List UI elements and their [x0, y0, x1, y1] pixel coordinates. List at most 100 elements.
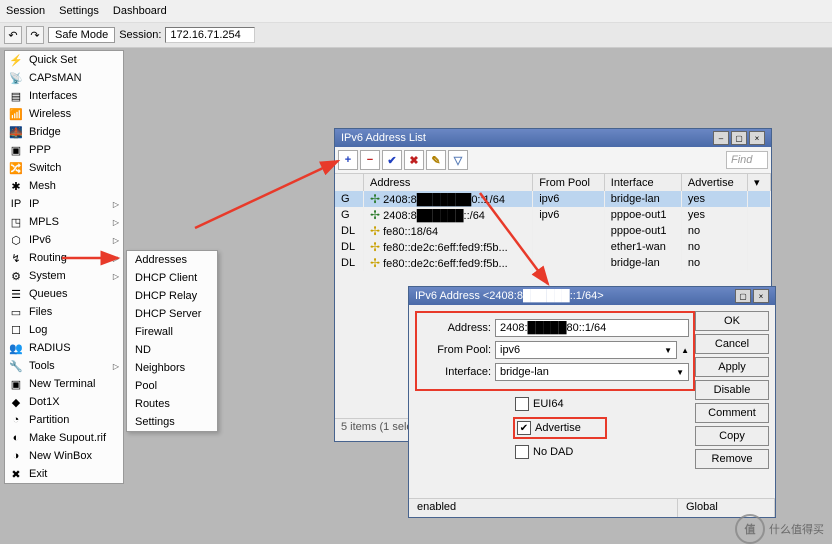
- submenu-firewall[interactable]: Firewall: [127, 323, 217, 341]
- sidebar-item-radius[interactable]: 👥RADIUS: [5, 339, 123, 357]
- menu-settings[interactable]: Settings: [59, 5, 99, 17]
- ipv6-address-dialog: IPv6 Address <2408:8██████::1/64> ▢ × Ad…: [408, 286, 776, 518]
- sidebar-item-exit[interactable]: ✖Exit: [5, 465, 123, 483]
- comment-button[interactable]: Comment: [695, 403, 769, 423]
- menubar[interactable]: Session Settings Dashboard: [0, 0, 832, 23]
- safe-mode-button[interactable]: Safe Mode: [48, 27, 115, 43]
- sidebar-item-log[interactable]: ☐Log: [5, 321, 123, 339]
- sidebar-item-dot1x[interactable]: ◆Dot1X: [5, 393, 123, 411]
- apply-button[interactable]: Apply: [695, 357, 769, 377]
- sidebar-item-new-terminal[interactable]: ▣New Terminal: [5, 375, 123, 393]
- chevron-right-icon: ▷: [113, 362, 119, 371]
- sidebar-item-interfaces[interactable]: ▤Interfaces: [5, 87, 123, 105]
- ok-button[interactable]: OK: [695, 311, 769, 331]
- sidebar-icon: ◑: [9, 449, 23, 463]
- interface-select[interactable]: bridge-lan▼: [495, 363, 689, 381]
- close-icon[interactable]: ×: [753, 289, 769, 303]
- sidebar-icon: ▭: [9, 305, 23, 319]
- maximize-icon[interactable]: ▢: [731, 131, 747, 145]
- remove-button[interactable]: Remove: [695, 449, 769, 469]
- sidebar-item-wireless[interactable]: 📶Wireless: [5, 105, 123, 123]
- sidebar-icon: ↯: [9, 251, 23, 265]
- window-title: IPv6 Address <2408:8██████::1/64>: [415, 290, 604, 302]
- action-buttons: OK Cancel Apply Disable Comment Copy Remove: [695, 311, 769, 469]
- sidebar-item-new-winbox[interactable]: ◑New WinBox: [5, 447, 123, 465]
- sidebar-item-mesh[interactable]: ✱Mesh: [5, 177, 123, 195]
- disable-button[interactable]: Disable: [695, 380, 769, 400]
- submenu-dhcp-relay[interactable]: DHCP Relay: [127, 287, 217, 305]
- undo-icon[interactable]: ↶: [4, 26, 22, 44]
- chevron-right-icon: ▷: [113, 254, 119, 263]
- sidebar-item-queues[interactable]: ☰Queues: [5, 285, 123, 303]
- find-input[interactable]: Find: [726, 151, 768, 169]
- submenu-dhcp-server[interactable]: DHCP Server: [127, 305, 217, 323]
- disable-icon[interactable]: ✖: [404, 150, 424, 170]
- sidebar-item-files[interactable]: ▭Files: [5, 303, 123, 321]
- sidebar-item-ppp[interactable]: ▣PPP: [5, 141, 123, 159]
- sidebar-icon: ▤: [9, 89, 23, 103]
- sidebar-icon: ◔: [9, 413, 23, 427]
- sidebar-item-system[interactable]: ⚙System▷: [5, 267, 123, 285]
- submenu-pool[interactable]: Pool: [127, 377, 217, 395]
- remove-icon[interactable]: −: [360, 150, 380, 170]
- address-table[interactable]: Address From Pool Interface Advertise ▾ …: [335, 174, 771, 271]
- add-icon[interactable]: +: [338, 150, 358, 170]
- from-pool-select[interactable]: ipv6▼: [495, 341, 677, 359]
- table-row[interactable]: G✢ 2408:8██████::/64ipv6pppoe-out1yes: [335, 207, 771, 223]
- sidebar-item-ip[interactable]: IPIP▷: [5, 195, 123, 213]
- eui64-checkbox[interactable]: EUI64: [515, 397, 695, 411]
- submenu-routes[interactable]: Routes: [127, 395, 217, 413]
- address-input[interactable]: 2408:█████80::1/64: [495, 319, 689, 337]
- sidebar-item-quick-set[interactable]: ⚡Quick Set: [5, 51, 123, 69]
- window-titlebar[interactable]: IPv6 Address List – ▢ ×: [335, 129, 771, 147]
- maximize-icon[interactable]: ▢: [735, 289, 751, 303]
- sidebar-item-ipv6[interactable]: ⬡IPv6▷: [5, 231, 123, 249]
- sidebar-item-mpls[interactable]: ◳MPLS▷: [5, 213, 123, 231]
- toolbar: ↶ ↷ Safe Mode Session: 172.16.71.254: [0, 23, 832, 48]
- table-row[interactable]: DL✢ fe80::de2c:6eff:fed9:f5b...ether1-wa…: [335, 239, 771, 255]
- enable-icon[interactable]: ✔: [382, 150, 402, 170]
- menu-session[interactable]: Session: [6, 5, 45, 17]
- sidebar-item-partition[interactable]: ◔Partition: [5, 411, 123, 429]
- sidebar-icon: ▣: [9, 143, 23, 157]
- ipv6-submenu: AddressesDHCP ClientDHCP RelayDHCP Serve…: [126, 250, 218, 432]
- close-icon[interactable]: ×: [749, 131, 765, 145]
- submenu-nd[interactable]: ND: [127, 341, 217, 359]
- session-label: Session:: [119, 29, 161, 41]
- advertise-checkbox[interactable]: ✔Advertise: [513, 417, 607, 439]
- window-titlebar[interactable]: IPv6 Address <2408:8██████::1/64> ▢ ×: [409, 287, 775, 305]
- redo-icon[interactable]: ↷: [26, 26, 44, 44]
- cancel-button[interactable]: Cancel: [695, 334, 769, 354]
- sidebar-icon: 🔀: [9, 161, 23, 175]
- submenu-neighbors[interactable]: Neighbors: [127, 359, 217, 377]
- chevron-right-icon: ▷: [113, 272, 119, 281]
- label-address: Address:: [421, 322, 495, 334]
- menu-dashboard[interactable]: Dashboard: [113, 5, 167, 17]
- filter-icon[interactable]: ▽: [448, 150, 468, 170]
- submenu-addresses[interactable]: Addresses: [127, 251, 217, 269]
- sidebar-icon: ✖: [9, 467, 23, 481]
- table-row[interactable]: G✢ 2408:8███████0::1/64ipv6bridge-lanyes: [335, 191, 771, 207]
- sidebar-item-capsman[interactable]: 📡CAPsMAN: [5, 69, 123, 87]
- sidebar-item-routing[interactable]: ↯Routing▷: [5, 249, 123, 267]
- sidebar-item-bridge[interactable]: 🌉Bridge: [5, 123, 123, 141]
- table-row[interactable]: DL✢ fe80::de2c:6eff:fed9:f5b...bridge-la…: [335, 255, 771, 271]
- comment-icon[interactable]: ✎: [426, 150, 446, 170]
- sidebar-item-switch[interactable]: 🔀Switch: [5, 159, 123, 177]
- sidebar-icon: ☐: [9, 323, 23, 337]
- window-title: IPv6 Address List: [341, 132, 426, 144]
- sidebar-icon: ▣: [9, 377, 23, 391]
- submenu-settings[interactable]: Settings: [127, 413, 217, 431]
- watermark: 值 什么值得买: [735, 514, 824, 544]
- sidebar-item-make-supout-rif[interactable]: ◐Make Supout.rif: [5, 429, 123, 447]
- no-dad-checkbox[interactable]: No DAD: [515, 445, 695, 459]
- label-interface: Interface:: [421, 366, 495, 378]
- minimize-icon[interactable]: –: [713, 131, 729, 145]
- submenu-dhcp-client[interactable]: DHCP Client: [127, 269, 217, 287]
- sidebar-item-tools[interactable]: 🔧Tools▷: [5, 357, 123, 375]
- sidebar-icon: ⬡: [9, 233, 23, 247]
- copy-button[interactable]: Copy: [695, 426, 769, 446]
- sidebar-icon: 👥: [9, 341, 23, 355]
- table-row[interactable]: DL✢ fe80::18/64pppoe-out1no: [335, 223, 771, 239]
- chevron-right-icon: ▷: [113, 236, 119, 245]
